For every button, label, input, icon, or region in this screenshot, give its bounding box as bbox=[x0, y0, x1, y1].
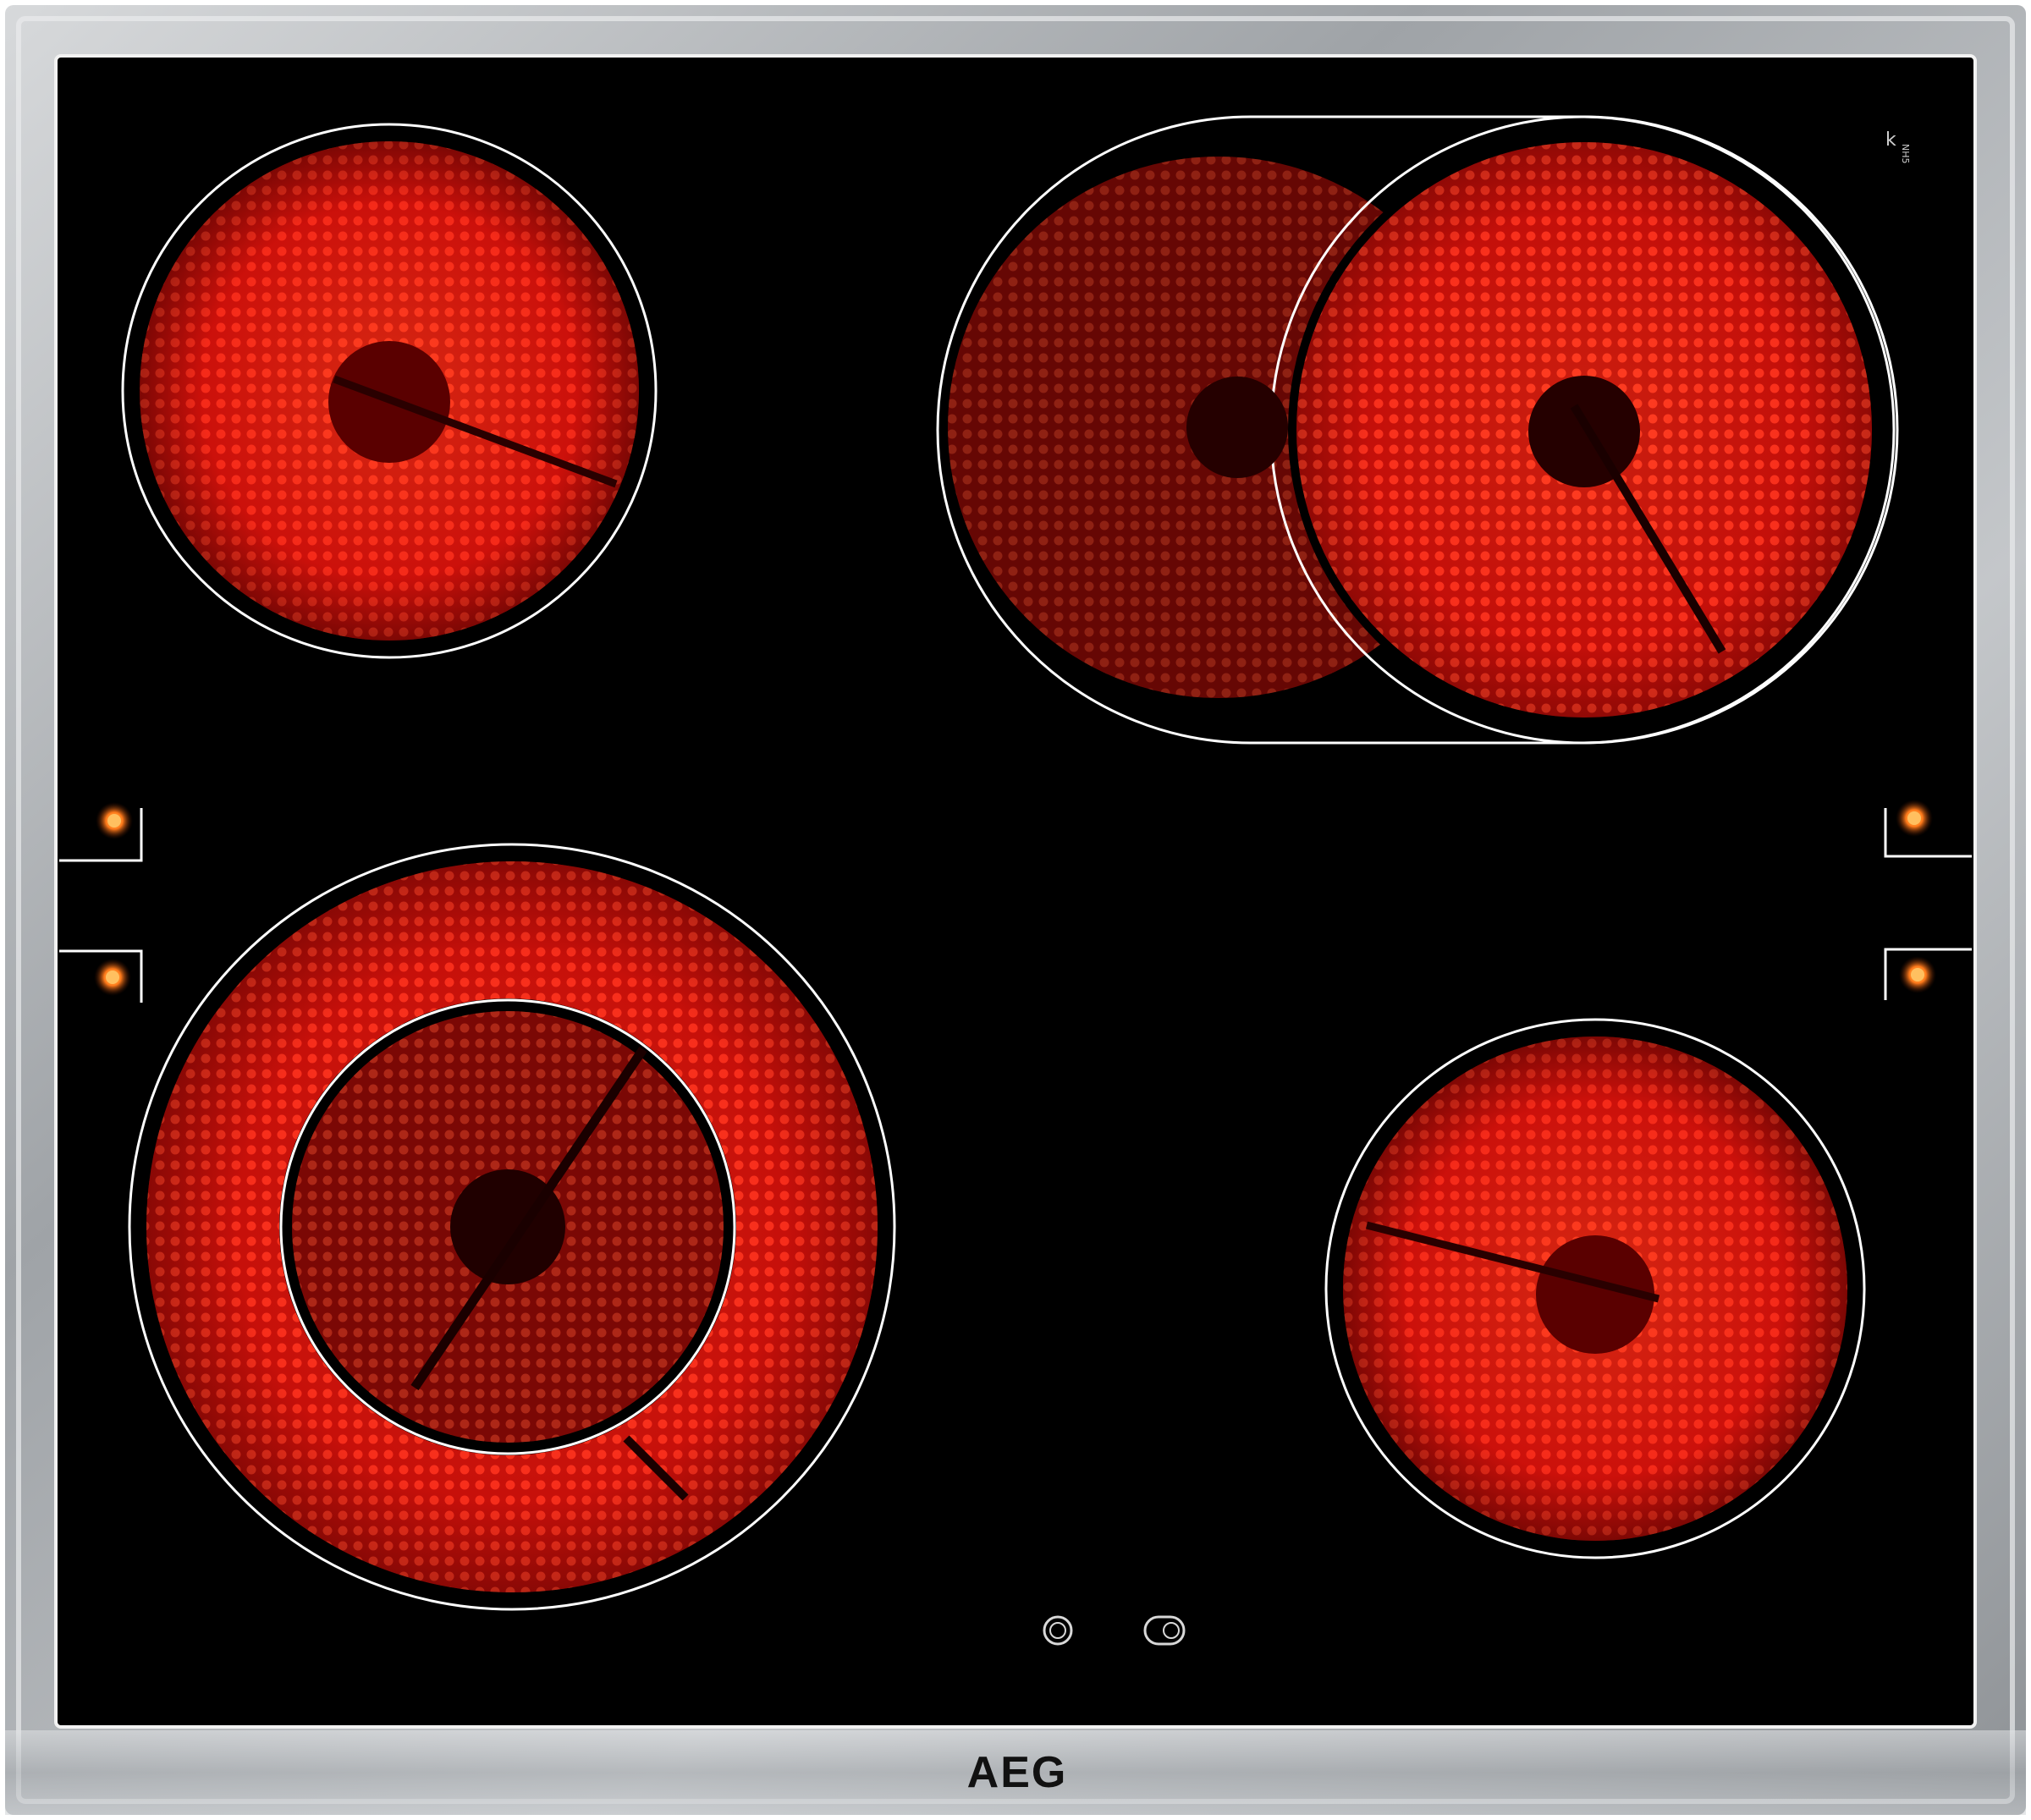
brand-logo: AEG bbox=[967, 1748, 1068, 1797]
cooking-zone-rear-right[interactable] bbox=[936, 115, 1899, 745]
corner-mark-text: k bbox=[1885, 129, 1896, 151]
ceramic-hob: k NH5 AEG bbox=[5, 5, 2026, 1815]
corner-code-text: NH5 bbox=[1900, 144, 1911, 164]
